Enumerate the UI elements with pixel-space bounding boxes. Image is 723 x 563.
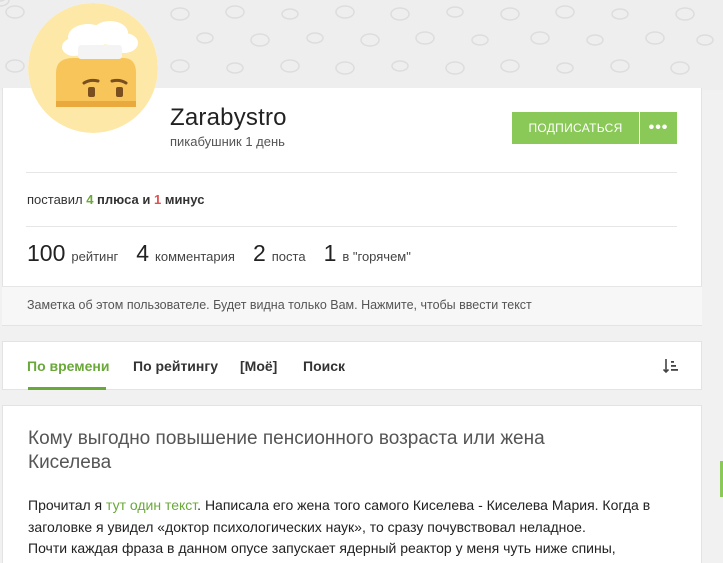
stat-label: комментария: [155, 249, 235, 264]
post-link[interactable]: тут один текст: [106, 497, 197, 513]
stat-hot[interactable]: 1 в "горячем": [324, 240, 411, 267]
profile-status: пикабушник 1 день: [170, 134, 285, 149]
stat-label: рейтинг: [71, 249, 119, 264]
user-note-placeholder: Заметка об этом пользователе. Будет видн…: [27, 298, 532, 312]
votes-conj: и: [142, 192, 151, 207]
stat-label: в "горячем": [342, 249, 411, 264]
stat-number: 4: [136, 240, 150, 266]
post-line: Почти каждая фраза в данном опусе запуск…: [28, 540, 616, 556]
post-body: Прочитал я тут один текст. Написала его …: [28, 495, 678, 560]
votes-plus-count: 4: [86, 192, 94, 207]
active-tab-underline: [28, 387, 106, 390]
tab-search[interactable]: Поиск: [303, 358, 345, 374]
divider: [26, 226, 677, 227]
votes-minus-word: минус: [164, 192, 205, 207]
votes-prefix: поставил: [27, 192, 83, 207]
post-text: Прочитал я: [28, 497, 107, 513]
post-card: Кому выгодно повышение пенсионного возра…: [2, 405, 702, 563]
sort-icon[interactable]: [663, 358, 679, 374]
stat-number: 2: [252, 240, 266, 266]
user-note-field[interactable]: Заметка об этом пользователе. Будет видн…: [2, 286, 702, 325]
post-line: заголовке я увидел «доктор психологическ…: [28, 518, 586, 535]
stat-posts[interactable]: 2 поста: [253, 240, 306, 267]
votes-plus-word: плюса: [97, 192, 139, 207]
stat-number: 100: [27, 240, 66, 266]
chef-toast-avatar-icon: [28, 3, 158, 133]
stat-comments[interactable]: 4 комментария: [136, 240, 235, 267]
tab-by-rating[interactable]: По рейтингу: [133, 358, 218, 374]
profile-stats: 100 рейтинг 4 комментария 2 поста 1 в "г…: [27, 240, 429, 267]
divider: [26, 172, 677, 173]
post-text: . Написала его жена того самого Киселева…: [197, 497, 651, 513]
stat-label: поста: [271, 249, 306, 264]
tab-by-time[interactable]: По времени: [27, 358, 109, 374]
stat-rating: 100 рейтинг: [27, 240, 118, 267]
profile-username: Zarabystro: [170, 104, 287, 131]
post-line: Прочитал я тут один текст. Написала его …: [28, 495, 678, 517]
sort-tabs-bar: По времени По рейтингу [Моё] Поиск: [2, 341, 702, 390]
subscribe-button[interactable]: Подписаться: [512, 112, 639, 144]
tab-mine[interactable]: [Моё]: [240, 358, 277, 374]
votes-minus-count: 1: [153, 192, 162, 207]
more-options-button[interactable]: •••: [640, 112, 677, 144]
stat-number: 1: [323, 240, 337, 266]
votes-summary: поставил 4 плюса и 1 минус: [27, 192, 204, 207]
avatar[interactable]: [28, 3, 158, 133]
post-title[interactable]: Кому выгодно повышение пенсионного возра…: [28, 427, 628, 475]
